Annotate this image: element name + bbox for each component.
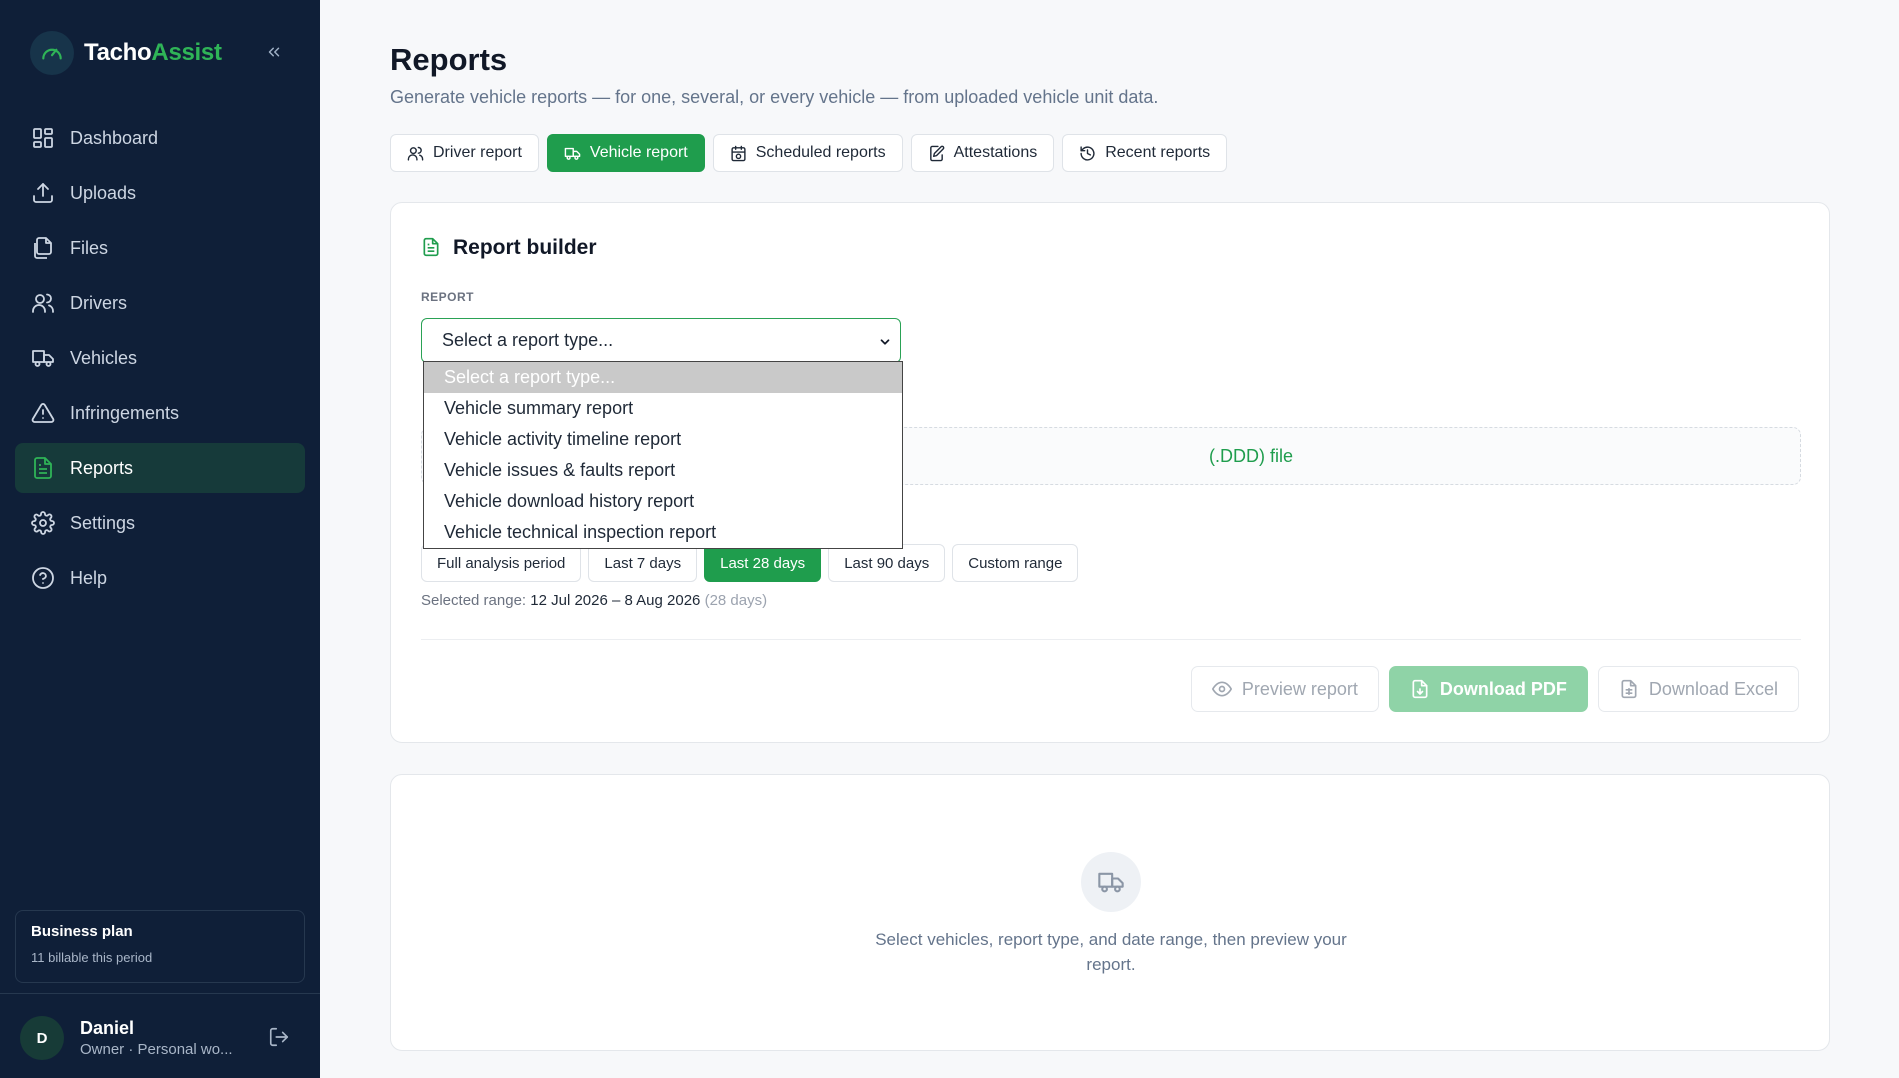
sidebar-item-label: Drivers <box>70 292 127 313</box>
dropdown-option-issues-faults[interactable]: Vehicle issues & faults report <box>424 455 902 486</box>
sidebar-item-label: Vehicles <box>70 347 138 368</box>
tab-recent-reports[interactable]: Recent reports <box>1062 134 1228 172</box>
page-subtitle: Generate vehicle reports — for one, seve… <box>390 87 1159 107</box>
spreadsheet-icon <box>1619 679 1639 699</box>
tab-label: Attestations <box>953 144 1038 161</box>
download-excel-button[interactable]: Download Excel <box>1597 666 1799 712</box>
select-value: Select a report type... <box>442 330 614 350</box>
download-pdf-button[interactable]: Download PDF <box>1388 666 1588 712</box>
tab-label: Driver report <box>433 144 522 161</box>
user-name: Daniel <box>80 1018 135 1038</box>
report-icon <box>30 455 56 481</box>
button-label: Download PDF <box>1439 678 1567 699</box>
date-range-buttons: Full analysis period Last 7 days Last 28… <box>421 544 1085 582</box>
sidebar-item-infringements[interactable]: Infringements <box>15 388 305 438</box>
warning-icon <box>30 400 56 426</box>
sidebar-item-label: Reports <box>70 457 134 478</box>
sidebar-item-files[interactable]: Files <box>15 223 305 273</box>
user-profile[interactable]: D Daniel Owner · Personal wo... <box>20 1015 305 1061</box>
button-label: Preview report <box>1241 678 1358 699</box>
truck-icon <box>564 144 582 162</box>
selected-range-days: (28 days) <box>704 592 768 609</box>
selected-range-value: 12 Jul 2026 – 8 Aug 2026 <box>530 592 701 609</box>
sidebar: TachoAssist Dashboard Uploads Files Driv… <box>0 0 320 1078</box>
sidebar-item-label: Help <box>70 567 108 588</box>
dropdown-option-technical-inspection[interactable]: Vehicle technical inspection report <box>424 517 902 548</box>
tab-attestations[interactable]: Attestations <box>910 134 1055 172</box>
document-icon <box>421 237 443 259</box>
user-role: Owner · Personal wo... <box>80 1041 233 1058</box>
sidebar-item-label: Uploads <box>70 182 137 203</box>
sidebar-item-uploads[interactable]: Uploads <box>15 168 305 218</box>
sidebar-item-help[interactable]: Help <box>15 553 305 603</box>
tab-scheduled-reports[interactable]: Scheduled reports <box>712 134 903 172</box>
sidebar-item-reports[interactable]: Reports <box>15 443 305 493</box>
tab-vehicle-report[interactable]: Vehicle report <box>546 134 705 172</box>
report-type-select[interactable]: Select a report type... <box>421 318 901 363</box>
gear-icon <box>30 510 56 536</box>
sidebar-item-label: Files <box>70 237 109 258</box>
avatar: D <box>20 1016 64 1060</box>
sidebar-item-dashboard[interactable]: Dashboard <box>15 113 305 163</box>
divider <box>0 993 320 994</box>
dropdown-option-vehicle-summary[interactable]: Vehicle summary report <box>424 393 902 424</box>
tab-label: Recent reports <box>1105 144 1211 161</box>
users-icon <box>407 144 425 162</box>
history-icon <box>1079 144 1097 162</box>
sidebar-item-settings[interactable]: Settings <box>15 498 305 548</box>
sidebar-item-drivers[interactable]: Drivers <box>15 278 305 328</box>
drivers-icon <box>30 290 56 316</box>
report-field-label: REPORT <box>421 290 475 304</box>
plan-card[interactable]: Business plan 11 billable this period <box>15 910 305 983</box>
dropdown-option-download-history[interactable]: Vehicle download history report <box>424 486 902 517</box>
chevron-down-icon <box>878 333 892 354</box>
sidebar-item-vehicles[interactable]: Vehicles <box>15 333 305 383</box>
report-type-dropdown-list: Select a report type... Vehicle summary … <box>423 361 903 549</box>
report-preview-empty-state: Select vehicles, report type, and date r… <box>390 774 1830 1051</box>
card-title-text: Report builder <box>453 236 597 259</box>
empty-state-text: Select vehicles, report type, and date r… <box>875 930 1347 974</box>
plan-subtitle: 11 billable this period <box>31 950 153 965</box>
sidebar-item-label: Dashboard <box>70 127 159 148</box>
file-download-icon <box>1410 679 1430 699</box>
dropdown-option-activity-timeline[interactable]: Vehicle activity timeline report <box>424 424 902 455</box>
tab-label: Vehicle report <box>589 144 688 161</box>
sidebar-nav: Dashboard Uploads Files Drivers Vehicles… <box>15 113 305 608</box>
truck-icon <box>1081 852 1141 912</box>
range-custom-button[interactable]: Custom range <box>952 544 1079 582</box>
truck-icon <box>30 345 56 371</box>
divider <box>421 639 1801 640</box>
sidebar-item-label: Settings <box>70 512 136 533</box>
page-title: Reports <box>390 42 508 77</box>
sidebar-item-label: Infringements <box>70 402 180 423</box>
help-icon <box>30 565 56 591</box>
brand-name: TachoAssist <box>84 39 222 66</box>
card-title: Report builder <box>421 236 597 260</box>
files-icon <box>30 235 56 261</box>
collapse-sidebar-icon[interactable] <box>262 40 286 64</box>
selected-range: Selected range: 12 Jul 2026 – 8 Aug 2026… <box>421 592 767 609</box>
logout-icon[interactable] <box>268 1026 292 1050</box>
gauge-logo-icon <box>30 31 74 75</box>
user-info: Daniel Owner · Personal wo... <box>80 1018 233 1058</box>
range-last-28-button[interactable]: Last 28 days <box>704 544 822 582</box>
upload-icon <box>30 180 56 206</box>
edit-document-icon <box>928 144 946 162</box>
button-label: Download Excel <box>1648 678 1778 699</box>
preview-report-button[interactable]: Preview report <box>1190 666 1379 712</box>
dropdown-option-placeholder[interactable]: Select a report type... <box>424 362 902 393</box>
brand[interactable]: TachoAssist <box>30 30 222 76</box>
range-last-7-button[interactable]: Last 7 days <box>588 544 698 582</box>
range-full-analysis-button[interactable]: Full analysis period <box>421 544 582 582</box>
selected-range-label: Selected range: <box>421 592 527 609</box>
plan-title: Business plan <box>31 923 133 940</box>
report-actions: Preview report Download PDF Download Exc… <box>1181 666 1799 712</box>
report-tabs: Driver report Vehicle report Scheduled r… <box>390 134 1235 172</box>
dashboard-icon <box>30 125 56 151</box>
tab-label: Scheduled reports <box>755 144 886 161</box>
calendar-clock-icon <box>730 144 748 162</box>
range-last-90-button[interactable]: Last 90 days <box>828 544 946 582</box>
tab-driver-report[interactable]: Driver report <box>390 134 539 172</box>
eye-icon <box>1211 679 1232 699</box>
